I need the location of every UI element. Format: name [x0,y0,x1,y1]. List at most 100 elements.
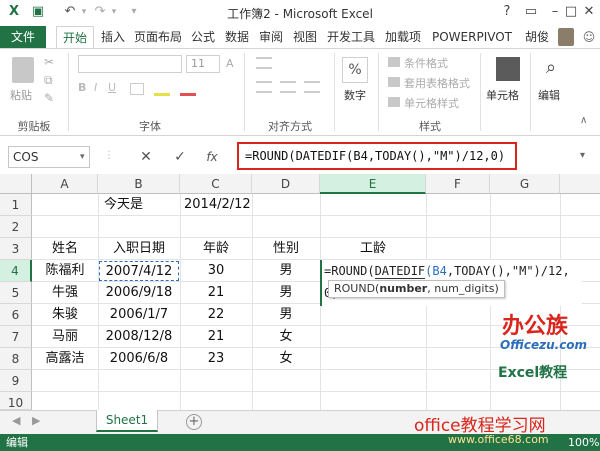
row-header[interactable]: 2 [0,216,32,238]
help-icon[interactable]: ? [496,2,518,22]
align-center-icon[interactable] [280,81,296,93]
align-right-icon[interactable] [304,81,320,93]
row-header[interactable]: 10 [0,392,32,410]
zoom-level[interactable]: 100% [568,434,599,451]
column-header-d[interactable]: D [252,174,320,194]
cell-date[interactable]: 2006/6/8 [98,348,180,370]
cell-name[interactable]: 马丽 [32,326,98,348]
row-header[interactable]: 6 [0,304,32,326]
copy-icon[interactable]: ⧉ [44,73,53,88]
cell-sex[interactable]: 女 [252,326,320,348]
table-format-button[interactable]: 套用表格格式 [404,75,470,91]
cell-sex[interactable]: 男 [252,260,320,282]
formula-input[interactable]: =ROUND(DATEDIF(B4,TODAY(),"M")/12,0) [237,142,517,170]
underline-icon[interactable]: U [108,81,116,94]
cell-name[interactable]: 朱骏 [32,304,98,326]
cell-date[interactable]: 2006/9/18 [98,282,180,304]
cell-name[interactable]: 高露洁 [32,348,98,370]
collapse-ribbon-icon[interactable]: ∧ [580,115,587,126]
avatar[interactable] [558,28,574,46]
ribbon-display-icon[interactable]: ▭ [520,2,542,22]
tooltip-arg-number[interactable]: number [379,282,427,295]
cell-d3[interactable]: 性别 [252,238,320,260]
name-box[interactable]: COS [8,146,90,168]
paste-button[interactable]: 粘贴 [10,87,32,103]
cell-name[interactable]: 陈福利 [32,260,98,282]
add-sheet-icon[interactable]: + [186,414,202,430]
column-header-a[interactable]: A [32,174,98,194]
row-header[interactable]: 4 [0,260,32,282]
share-icon[interactable]: ☺ [580,28,598,46]
tab-add-ins[interactable]: 加载项 [382,26,424,48]
column-header-b[interactable]: B [98,174,180,194]
cell-a3[interactable]: 姓名 [32,238,98,260]
grow-font-icon[interactable]: A [226,57,234,70]
tab-powerpivot[interactable]: POWERPIVOT [426,26,518,48]
cell-c3[interactable]: 年龄 [180,238,252,260]
cell-age[interactable]: 23 [180,348,252,370]
format-painter-icon[interactable]: ✎ [44,91,54,105]
row-header[interactable]: 8 [0,348,32,370]
row-header[interactable]: 1 [0,194,32,216]
row-header[interactable]: 5 [0,282,32,304]
tab-formulas[interactable]: 公式 [188,26,218,48]
cells-button[interactable]: 单元格 [486,87,519,103]
cell-age[interactable]: 21 [180,282,252,304]
cell-b3[interactable]: 入职日期 [98,238,180,260]
font-size-dropdown[interactable]: 11 [186,55,220,73]
tab-data[interactable]: 数据 [222,26,252,48]
align-top-icon[interactable] [256,57,272,69]
tab-insert[interactable]: 插入 [98,26,128,48]
cut-icon[interactable]: ✂ [44,55,54,69]
border-icon[interactable] [130,83,144,95]
cell-name[interactable]: 牛强 [32,282,98,304]
tooltip-function[interactable]: ROUND( [334,282,379,295]
close-icon[interactable]: ✕ [578,2,600,22]
cell-date[interactable]: 2006/1/7 [98,304,180,326]
tab-sheet1[interactable]: Sheet1 [96,410,158,432]
insert-function-icon[interactable]: fx [204,148,220,166]
expand-formula-bar-icon[interactable]: ▾ [580,150,585,161]
cell-date[interactable]: 2008/12/8 [98,326,180,348]
cell-date-referenced[interactable]: 2007/4/12 [99,261,179,281]
cell-age[interactable]: 30 [180,260,252,282]
row-header[interactable]: 3 [0,238,32,260]
cell-age[interactable]: 22 [180,304,252,326]
column-header-g[interactable]: G [490,174,560,194]
enter-icon[interactable]: ✓ [172,148,188,166]
scroll-left-icon[interactable]: ◀ [12,414,20,427]
bold-icon[interactable]: B [78,81,86,94]
cells-icon[interactable] [496,57,520,81]
cell-age[interactable]: 21 [180,326,252,348]
worksheet-grid[interactable]: A B C D E F G 1 2 3 4 5 6 7 8 9 10 今天是 2… [0,174,600,410]
paste-icon[interactable] [12,57,34,83]
font-color-icon[interactable] [180,93,196,96]
select-all-corner[interactable] [0,174,32,194]
fill-color-icon[interactable] [154,93,170,96]
cancel-icon[interactable]: ✕ [138,148,154,166]
cell-c1[interactable]: 2014/2/12 [184,194,251,216]
row-header[interactable]: 7 [0,326,32,348]
cell-sex[interactable]: 女 [252,348,320,370]
scroll-right-icon[interactable]: ▶ [32,414,40,427]
tab-file[interactable]: 文件 [0,26,46,48]
italic-icon[interactable]: I [94,81,97,94]
column-header-f[interactable]: F [426,174,490,194]
name-box-dropdown-icon[interactable]: ▾ [80,152,85,162]
tab-page-layout[interactable]: 页面布局 [132,26,184,48]
tab-home[interactable]: 开始 [56,26,94,48]
number-button[interactable]: 数字 [344,87,366,103]
editing-button[interactable]: 编辑 [538,87,560,103]
row-header[interactable]: 9 [0,370,32,392]
number-format-icon[interactable]: % [342,57,368,83]
cell-sex[interactable]: 男 [252,304,320,326]
cell-e3[interactable]: 工龄 [320,238,426,260]
font-name-dropdown[interactable] [78,55,182,73]
cell-b1[interactable]: 今天是 [104,194,143,216]
tab-view[interactable]: 视图 [290,26,320,48]
tab-review[interactable]: 审阅 [256,26,286,48]
align-left-icon[interactable] [256,81,272,93]
tab-developer[interactable]: 开发工具 [324,26,378,48]
column-header-c[interactable]: C [180,174,252,194]
cell-style-button[interactable]: 单元格样式 [404,95,459,111]
